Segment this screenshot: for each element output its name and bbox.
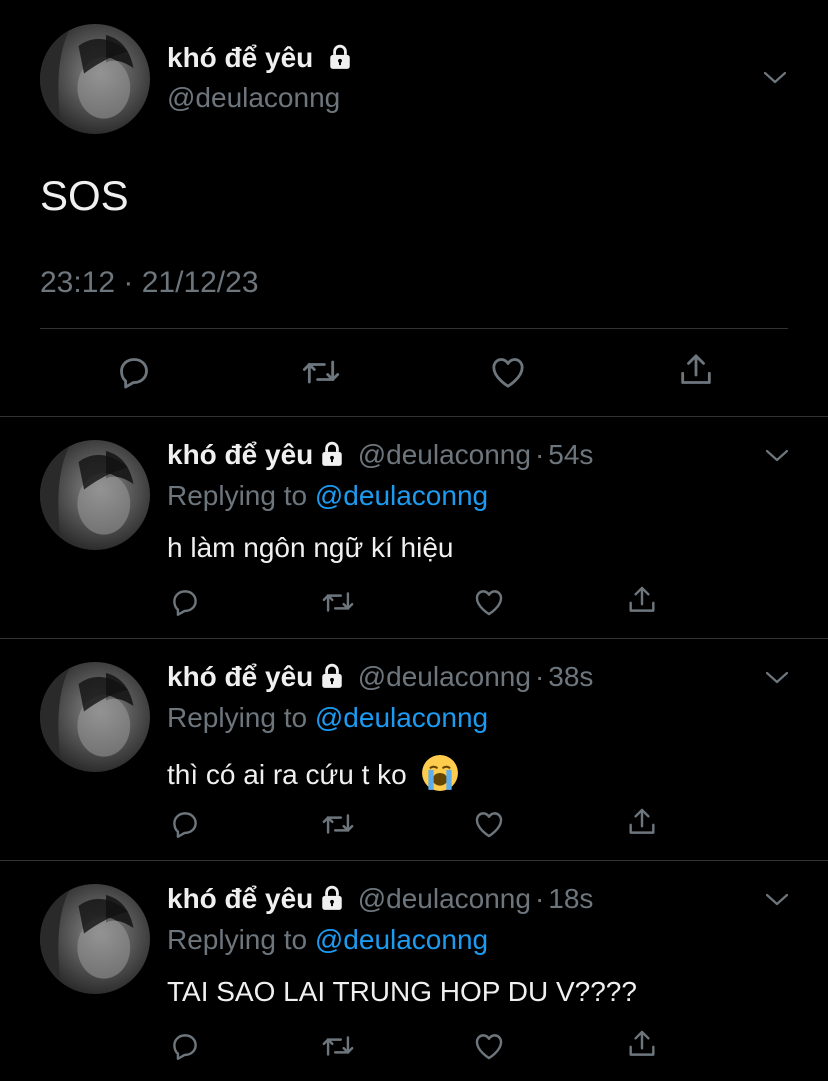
relative-time[interactable]: 38s: [548, 661, 593, 692]
replying-to-link[interactable]: @deulaconng: [315, 924, 488, 955]
avatar[interactable]: [40, 884, 150, 994]
retweet-icon: [322, 1036, 354, 1056]
retweet-button[interactable]: [320, 585, 356, 619]
handle[interactable]: @deulaconng: [358, 661, 531, 692]
display-name[interactable]: khó để yêu: [167, 883, 313, 914]
reply-icon: [173, 1034, 197, 1060]
display-name[interactable]: khó để yêu: [167, 661, 313, 692]
lock-icon: [319, 663, 345, 694]
lock-icon: [327, 44, 353, 77]
avatar-photo: [40, 24, 134, 134]
tweet-text: thì có ai ra cứu t ko: [167, 759, 407, 790]
divider: [0, 416, 828, 417]
retweet-button[interactable]: [300, 352, 342, 392]
share-icon: [629, 808, 655, 834]
divider: [40, 328, 788, 329]
display-name[interactable]: khó để yêu: [167, 42, 313, 73]
lock-icon: [319, 885, 345, 916]
share-icon: [629, 1030, 655, 1056]
avatar-photo: [40, 662, 134, 772]
chevron-down-icon[interactable]: [762, 68, 788, 93]
retweet-icon: [322, 814, 354, 834]
lock-icon: [319, 441, 345, 472]
tweet-text: SOS: [40, 172, 129, 219]
reply-button[interactable]: [168, 585, 202, 619]
divider: [0, 860, 828, 861]
replying-to-link[interactable]: @deulaconng: [315, 702, 488, 733]
like-icon: [492, 358, 524, 388]
replying-to-label: Replying to: [167, 480, 308, 511]
chevron-down-icon[interactable]: [764, 446, 790, 471]
replying-to: Replying to @deulaconng: [167, 702, 488, 734]
separator-dot: ·: [534, 661, 545, 692]
retweet-icon: [322, 592, 354, 612]
chevron-down-icon[interactable]: [764, 668, 790, 693]
reply-button[interactable]: [168, 1029, 202, 1063]
handle[interactable]: @deulaconng: [167, 82, 340, 114]
handle[interactable]: @deulaconng: [358, 883, 531, 914]
relative-time[interactable]: 54s: [548, 439, 593, 470]
reply-button[interactable]: [114, 352, 154, 392]
reply-icon: [173, 590, 197, 616]
avatar-photo: [40, 884, 134, 994]
like-icon: [475, 1034, 503, 1060]
display-name[interactable]: khó để yêu: [167, 439, 313, 470]
avatar[interactable]: [40, 662, 150, 772]
separator-dot: ·: [534, 883, 545, 914]
avatar-photo: [40, 440, 134, 550]
replying-to-label: Replying to: [167, 924, 308, 955]
chevron-down-icon[interactable]: [764, 890, 790, 915]
relative-time[interactable]: 18s: [548, 883, 593, 914]
replying-to: Replying to @deulaconng: [167, 924, 488, 956]
tweet-text: TAI SAO LAI TRUNG HOP DU V????: [167, 976, 637, 1007]
replying-to-label: Replying to: [167, 702, 308, 733]
like-button[interactable]: [488, 352, 528, 392]
avatar[interactable]: [40, 24, 150, 134]
share-button[interactable]: [676, 350, 716, 390]
separator-dot: ·: [534, 439, 545, 470]
retweet-icon: [302, 360, 340, 384]
like-icon: [475, 590, 503, 616]
share-button[interactable]: [625, 805, 659, 839]
divider: [0, 638, 828, 639]
reply-button[interactable]: [168, 807, 202, 841]
share-icon: [681, 354, 711, 384]
tweet-text: h làm ngôn ngữ kí hiệu: [167, 532, 454, 563]
replying-to-link[interactable]: @deulaconng: [315, 480, 488, 511]
replying-to: Replying to @deulaconng: [167, 480, 488, 512]
loudly-crying-face-icon: [421, 754, 459, 799]
reply-icon: [173, 812, 197, 838]
like-icon: [475, 812, 503, 838]
like-button[interactable]: [472, 1029, 506, 1063]
like-button[interactable]: [472, 585, 506, 619]
avatar[interactable]: [40, 440, 150, 550]
retweet-button[interactable]: [320, 807, 356, 841]
handle[interactable]: @deulaconng: [358, 439, 531, 470]
share-button[interactable]: [625, 583, 659, 617]
share-icon: [629, 586, 655, 612]
retweet-button[interactable]: [320, 1029, 356, 1063]
like-button[interactable]: [472, 807, 506, 841]
reply-icon: [120, 358, 148, 389]
share-button[interactable]: [625, 1027, 659, 1061]
timestamp[interactable]: 23:12 · 21/12/23: [40, 266, 259, 300]
